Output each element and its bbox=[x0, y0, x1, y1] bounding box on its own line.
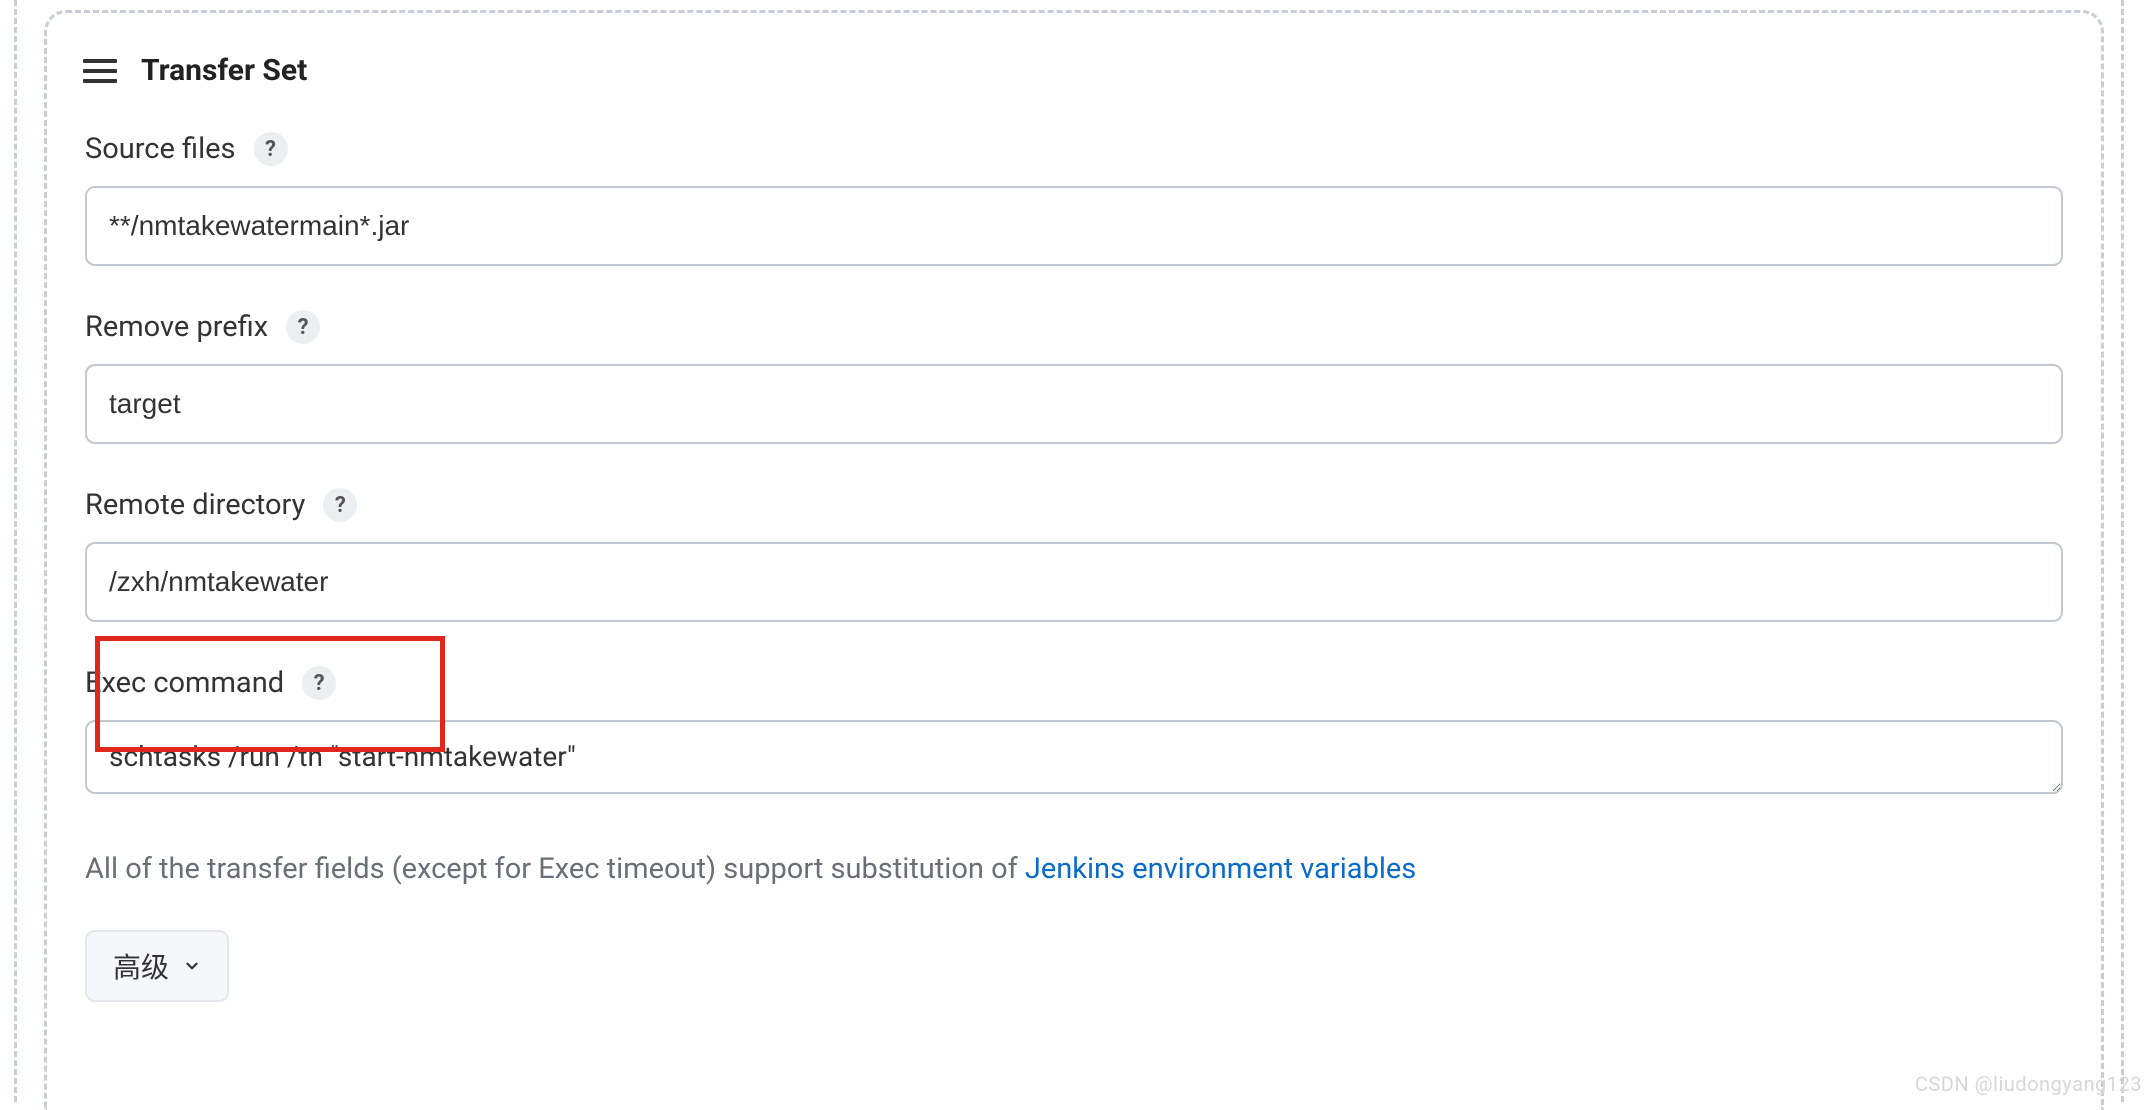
field-source-files: Source files ? bbox=[85, 132, 2063, 266]
section-header: Transfer Set bbox=[83, 53, 2063, 88]
transfer-set-panel: Transfer Set Source files ? Remove prefi… bbox=[44, 10, 2104, 1110]
exec-command-label: Exec command bbox=[85, 666, 284, 700]
exec-command-input[interactable] bbox=[85, 720, 2063, 794]
help-icon[interactable]: ? bbox=[254, 132, 288, 166]
field-remote-directory: Remote directory ? bbox=[85, 488, 2063, 622]
drag-handle-icon[interactable] bbox=[83, 59, 117, 83]
advanced-button[interactable]: 高级 bbox=[85, 930, 229, 1002]
source-files-label: Source files bbox=[85, 132, 236, 166]
advanced-button-label: 高级 bbox=[113, 946, 169, 986]
jenkins-env-vars-link[interactable]: Jenkins environment variables bbox=[1025, 852, 1416, 886]
help-icon[interactable]: ? bbox=[302, 666, 336, 700]
section-title: Transfer Set bbox=[141, 53, 307, 88]
source-files-input[interactable] bbox=[85, 186, 2063, 266]
remove-prefix-label: Remove prefix bbox=[85, 310, 268, 344]
chevron-down-icon bbox=[183, 957, 201, 975]
field-exec-command: Exec command ? bbox=[85, 666, 2063, 798]
remote-directory-label: Remote directory bbox=[85, 488, 305, 522]
help-icon[interactable]: ? bbox=[286, 310, 320, 344]
remote-directory-input[interactable] bbox=[85, 542, 2063, 622]
help-icon[interactable]: ? bbox=[323, 488, 357, 522]
substitution-hint: All of the transfer fields (except for E… bbox=[85, 852, 2063, 886]
remove-prefix-input[interactable] bbox=[85, 364, 2063, 444]
field-remove-prefix: Remove prefix ? bbox=[85, 310, 2063, 444]
hint-prefix: All of the transfer fields (except for E… bbox=[85, 852, 1025, 886]
